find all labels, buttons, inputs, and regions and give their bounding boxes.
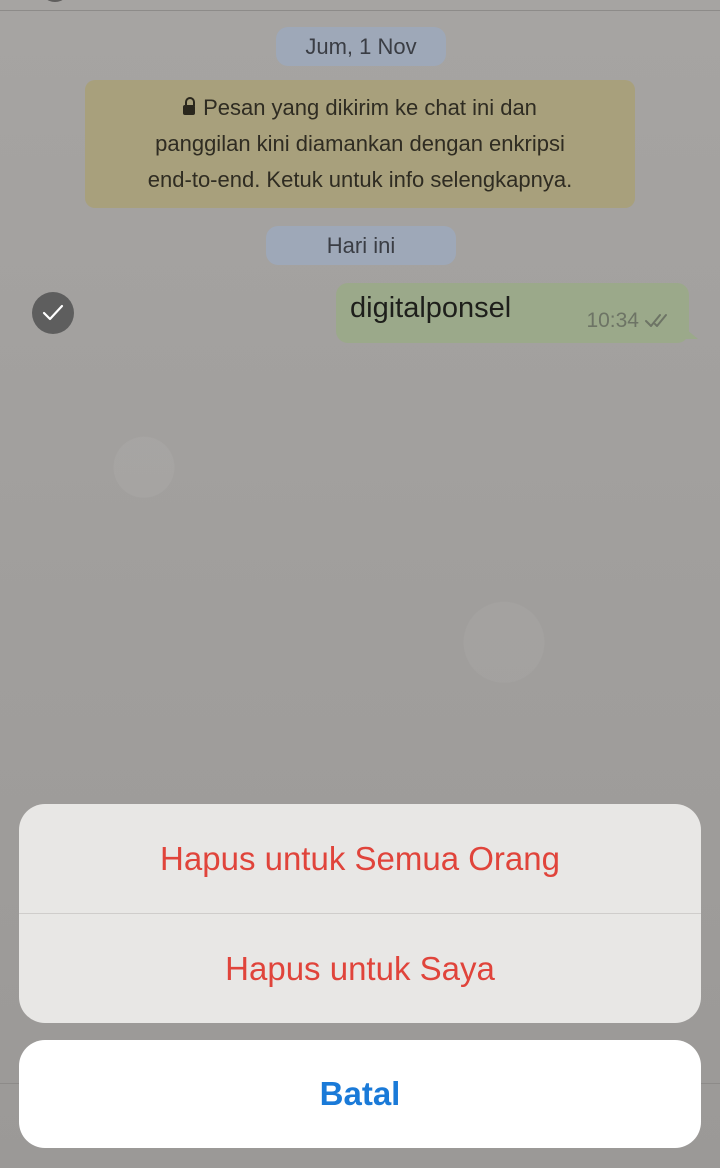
message-meta: 10:34: [586, 309, 673, 333]
header-divider: [0, 10, 720, 11]
cancel-label: Batal: [319, 1075, 401, 1112]
today-separator-label: Hari ini: [326, 232, 396, 258]
date-separator: Jum, 1 Nov: [276, 27, 446, 66]
date-separator-label: Jum, 1 Nov: [305, 33, 417, 59]
encryption-notice-line-1: Pesan yang dikirim ke chat ini dan: [101, 90, 619, 126]
cancel-button[interactable]: Batal: [19, 1040, 701, 1148]
delete-for-everyone-label: Hapus untuk Semua Orang: [160, 839, 560, 877]
bubble-tail: [686, 329, 698, 339]
delete-for-me-button[interactable]: Hapus untuk Saya: [19, 914, 701, 1023]
lock-icon: [183, 97, 196, 116]
outgoing-message-bubble[interactable]: digitalponsel 10:34: [336, 283, 698, 343]
today-separator: Hari ini: [266, 226, 456, 265]
double-check-icon: [645, 314, 667, 327]
message-select-checkbox[interactable]: [32, 292, 74, 334]
delete-action-sheet: Hapus untuk Semua Orang Hapus untuk Saya: [19, 804, 701, 1023]
delete-for-everyone-button[interactable]: Hapus untuk Semua Orang: [19, 804, 701, 913]
message-time: 10:34: [586, 309, 639, 332]
message-text: digitalponsel: [350, 292, 512, 324]
encryption-notice[interactable]: Pesan yang dikirim ke chat ini dan pangg…: [85, 80, 635, 208]
encryption-notice-line-3: end-to-end. Ketuk untuk info selengkapny…: [147, 167, 573, 192]
encryption-notice-line-2: panggilan kini diamankan dengan enkripsi: [155, 131, 565, 156]
checkmark-icon: [42, 304, 64, 321]
delete-for-me-label: Hapus untuk Saya: [225, 949, 495, 987]
